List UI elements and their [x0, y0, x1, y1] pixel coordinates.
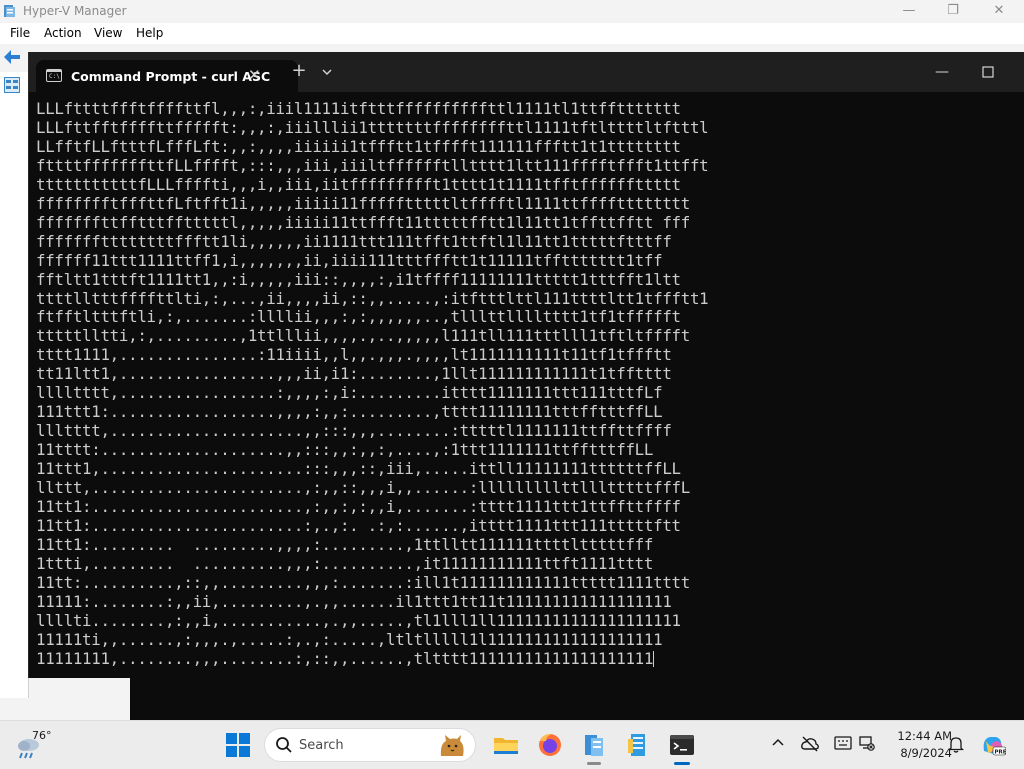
ascii-line: 11111ti,,......,:,,,.,.....:,.,:.....,lt… [36, 629, 663, 649]
ascii-line: 11ttt1,......................:::,,,::,ii… [36, 459, 681, 479]
firefox-icon [539, 733, 561, 756]
hyperv-icon [4, 5, 15, 17]
notification-bell-icon[interactable] [948, 735, 964, 753]
ascii-line: fttttfffffffttfLLfffft,:::,,,iii,iiiltff… [36, 155, 709, 175]
terminal-output[interactable]: LLLfttttffftffffttfl,,,:,iiil1111itftttf… [36, 100, 1018, 672]
chevron-down-icon[interactable] [317, 62, 337, 82]
ascii-line: 11tt1:......... .........,,,,:.........,… [36, 534, 654, 554]
hyperv-tree-pane [0, 72, 29, 698]
ascii-line: 11111:........:,,ii,.........,.,,......i… [36, 591, 672, 611]
ascii-line: 11tt1:.......................:,.,:. .:,:… [36, 515, 681, 535]
hyperv-minimize-button[interactable]: — [886, 0, 932, 23]
hyperv-menubar: File Action View Help [0, 23, 1024, 44]
hyperv-title: Hyper-V Manager [23, 4, 127, 18]
cmd-icon: C:\ [46, 69, 62, 82]
server-manager-icon [628, 734, 645, 756]
desktop-behind [130, 678, 1024, 720]
ascii-line: LLLfttttffftffffttfl,,,:,iiil1111itftttf… [36, 100, 681, 118]
taskbar-hyperv[interactable] [578, 729, 610, 765]
ascii-line: ttttlltttffffttlti,:,...,ii,,,,ii,::,,..… [36, 288, 709, 308]
file-explorer-icon [494, 738, 518, 754]
ascii-line: llltttt,.....................,,:::,,,...… [36, 421, 672, 441]
running-indicator [587, 762, 601, 765]
ascii-line: 11tttt:....................,,:::,,:,,:,.… [36, 440, 654, 460]
hyperv-status-area [0, 698, 130, 720]
network-off-icon[interactable] [858, 735, 876, 751]
menu-action[interactable]: Action [44, 26, 82, 40]
ascii-line: tttttttttttfLLLffffti,,,i,,iii,iitffffff… [36, 174, 681, 194]
menu-file[interactable]: File [10, 26, 30, 40]
terminal-window: C:\ Command Prompt - curl ASC ✕ + — LLLf… [28, 52, 1024, 678]
hyperv-manager-node-icon[interactable] [4, 77, 20, 93]
ascii-line: llllti........,:,,i,...........,.,,.....… [36, 610, 681, 630]
ascii-line: 11tt:..........,::,,.........,,,:.......… [36, 572, 690, 592]
ascii-line: fffffffttttttttffftt1li,,,,,,ii1111ttt11… [36, 231, 672, 251]
keyboard-icon[interactable] [834, 735, 852, 751]
weather-temperature: 76° [32, 729, 52, 742]
terminal-minimize-button[interactable]: — [919, 58, 965, 86]
ascii-line: llttt,.......................,:,,::,,,i,… [36, 478, 690, 498]
maximize-icon [982, 66, 994, 78]
ascii-line: ffffff11ttt1111ttff1,i,,,,,,,ii,iiii111t… [36, 250, 663, 270]
copilot-icon[interactable]: PRE [980, 733, 1006, 757]
ascii-line: fffffffftfffttfLftfft1i,,,,,iiiii11fffff… [36, 193, 690, 213]
hyperv-close-button[interactable]: ✕ [976, 0, 1022, 23]
taskbar-firefox[interactable] [534, 729, 566, 761]
menu-view[interactable]: View [94, 26, 122, 40]
ascii-line: fftltt1tttft1111tt1,,:i,,,,,iii::,,,,:,i… [36, 269, 681, 289]
ascii-line: 11111111,........,,,........:,::,,......… [36, 648, 654, 668]
search-highlight-cat-icon [440, 735, 464, 756]
search-icon [276, 737, 292, 753]
search-placeholder: Search [299, 738, 344, 753]
ascii-line: tttttlltti,:,.........,1ttlllii,,,,.,..,… [36, 326, 690, 346]
ascii-line: 111ttt1:..................,,,,:,,:......… [36, 402, 663, 422]
clock-date[interactable]: 8/9/2024 [876, 746, 952, 760]
windows-logo-icon[interactable] [224, 731, 252, 759]
ascii-line: LLLfttfftffffttffffft:,,,:,iiilllii1tttt… [36, 117, 709, 137]
active-indicator [674, 762, 690, 765]
hyperv-icon [585, 735, 603, 756]
menu-help[interactable]: Help [136, 26, 163, 40]
ascii-line: tt11ltt1,.................,,,ii,i1:.....… [36, 364, 672, 384]
clock-time[interactable]: 12:44 AM [876, 729, 952, 743]
hyperv-titlebar: Hyper-V Manager — ❐ ✕ [0, 0, 1024, 23]
taskbar-search-box[interactable]: Search [264, 728, 476, 762]
ascii-line: 11tt1:.......................,:,,:,:,,i,… [36, 497, 681, 517]
ascii-art-output: LLLfttttffftffffttfl,,,:,iiil1111itftttf… [36, 100, 1018, 669]
terminal-tab-title: Command Prompt - curl ASC [71, 69, 271, 84]
text-cursor [653, 650, 655, 667]
taskbar-server-manager[interactable] [622, 729, 654, 761]
terminal-icon [670, 735, 694, 755]
terminal-tabbar: C:\ Command Prompt - curl ASC ✕ + — [29, 52, 1024, 92]
ascii-line: fffffffttfftttfftttttl,,,,,iiiii11ttffft… [36, 212, 690, 232]
close-tab-icon[interactable]: ✕ [248, 66, 261, 84]
cloud-off-icon[interactable] [800, 735, 820, 753]
chevron-up-icon[interactable] [770, 735, 786, 751]
back-arrow-icon[interactable] [3, 49, 21, 65]
terminal-maximize-button[interactable] [965, 58, 1011, 86]
hyperv-restore-button[interactable]: ❐ [930, 0, 976, 23]
svg-text:PRE: PRE [995, 750, 1007, 756]
ascii-line: LLfftfLLftttfLfffLft:,,:,,,,iiiiii1tffft… [36, 136, 681, 156]
taskbar-terminal[interactable] [666, 729, 698, 765]
new-tab-button[interactable]: + [288, 60, 310, 82]
ascii-line: tttt1111,...............:11iiii,,l,,.,,,… [36, 345, 672, 365]
ascii-line: ftfftltttftli,:,.......:llllii,,,:,:,,,,… [36, 307, 681, 327]
taskbar: 76° Search 12:44 AM 8/9/2024 PRE [0, 720, 1024, 769]
ascii-line: 1ttti,......... ..........,,,:..........… [36, 553, 654, 573]
taskbar-file-explorer[interactable] [490, 729, 522, 761]
ascii-line: lllltttt,.................:,,,,:,i:.....… [36, 383, 663, 403]
terminal-tab[interactable]: C:\ Command Prompt - curl ASC ✕ [36, 60, 298, 92]
